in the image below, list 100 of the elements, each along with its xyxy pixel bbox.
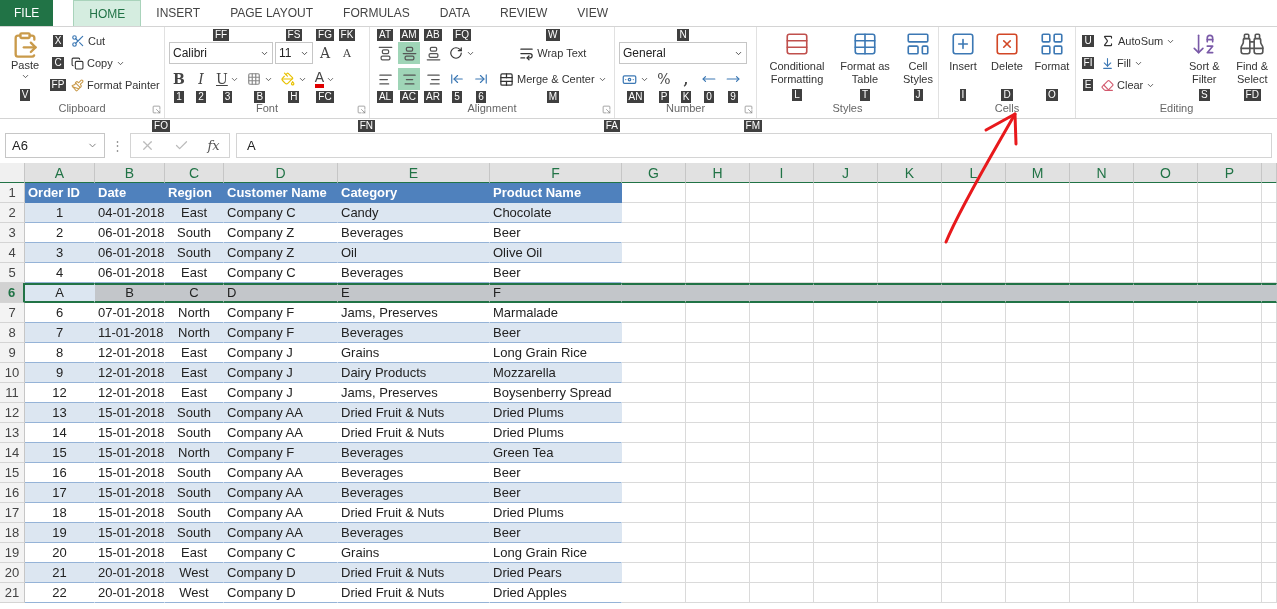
table-cell: Green Tea xyxy=(490,443,622,463)
shrink-font-button[interactable]: A xyxy=(337,42,357,64)
row-header[interactable]: 6 xyxy=(0,283,25,303)
keytip: C xyxy=(52,57,64,69)
column-header[interactable]: G xyxy=(622,163,686,184)
row-header[interactable]: 14 xyxy=(0,443,25,463)
row-header[interactable]: 15 xyxy=(0,463,25,483)
row-header[interactable]: 21 xyxy=(0,583,25,603)
ribbon-tab[interactable]: HOME xyxy=(73,0,142,26)
ribbon-tab[interactable]: DATA xyxy=(424,0,485,26)
column-header[interactable]: I xyxy=(750,163,814,184)
font-color-button[interactable]: A xyxy=(311,68,339,90)
autosum-button[interactable]: AutoSum xyxy=(1098,30,1179,52)
column-header[interactable]: E xyxy=(338,163,490,184)
keytip: AM xyxy=(399,29,419,41)
ribbon-tab[interactable]: REVIEW xyxy=(485,0,563,26)
row-header[interactable]: 5 xyxy=(0,263,25,283)
row-header[interactable]: 9 xyxy=(0,343,25,363)
ribbon-button[interactable]: Conditional Formatting xyxy=(761,29,833,88)
row-header[interactable]: 7 xyxy=(0,303,25,323)
percent-button[interactable]: % xyxy=(654,68,674,90)
row-header[interactable]: 10 xyxy=(0,363,25,383)
align-button[interactable] xyxy=(398,42,420,64)
clear-button[interactable]: Clear xyxy=(1098,74,1159,96)
table-cell: Date xyxy=(95,183,165,203)
column-header[interactable]: J xyxy=(814,163,878,184)
launcher-icon[interactable] xyxy=(602,105,611,114)
column-header[interactable]: H xyxy=(686,163,750,184)
cut-button[interactable]: Cut xyxy=(68,30,109,52)
insert-function-button[interactable]: fx xyxy=(207,138,220,153)
select-all-corner[interactable] xyxy=(0,163,25,184)
column-header[interactable]: D xyxy=(224,163,338,184)
column-header[interactable]: N xyxy=(1070,163,1134,184)
underline-button[interactable]: U xyxy=(213,68,242,90)
ribbon-button[interactable]: Format as Table xyxy=(837,29,893,88)
launcher-icon[interactable] xyxy=(744,105,753,114)
file-tab[interactable]: FILE xyxy=(0,0,54,26)
name-box[interactable]: A6 xyxy=(5,133,105,158)
column-header[interactable] xyxy=(1262,163,1277,184)
table-cell: Beer xyxy=(490,483,622,503)
ribbon-button[interactable]: Sort & Filter xyxy=(1182,29,1227,88)
row-header[interactable]: 8 xyxy=(0,323,25,343)
launcher-icon[interactable] xyxy=(152,105,161,114)
table-cell: Company Z xyxy=(224,243,338,263)
row-header[interactable]: 11 xyxy=(0,383,25,403)
rotate-icon xyxy=(449,46,463,60)
keytip: W xyxy=(546,29,560,41)
launcher-icon[interactable] xyxy=(357,105,366,114)
column-header[interactable]: B xyxy=(95,163,165,184)
column-header[interactable]: O xyxy=(1134,163,1198,184)
font-name-field[interactable]: Calibri xyxy=(169,42,273,64)
font-size-field[interactable]: 11 xyxy=(275,42,313,64)
format-painter-button[interactable]: Format Painter xyxy=(68,74,163,96)
row-header[interactable]: 19 xyxy=(0,543,25,563)
keytip: H xyxy=(288,91,300,103)
ribbon-button[interactable]: Insert xyxy=(943,29,983,88)
ribbon-tab[interactable]: PAGE LAYOUT xyxy=(215,0,329,26)
italic-button[interactable]: I xyxy=(191,68,211,90)
table-cell: East xyxy=(165,203,224,223)
row-header[interactable]: 1 xyxy=(0,183,25,203)
row-header[interactable]: 12 xyxy=(0,403,25,423)
ribbon-button[interactable]: Cell Styles xyxy=(897,29,939,88)
wrap-text-button[interactable]: Wrap Text xyxy=(516,42,590,64)
table-cell: Company F xyxy=(224,323,338,343)
grow-font-button[interactable]: A xyxy=(315,42,335,64)
row-header[interactable]: 4 xyxy=(0,243,25,263)
table-cell: D xyxy=(224,283,338,303)
row-header[interactable]: 2 xyxy=(0,203,25,223)
column-header[interactable]: P xyxy=(1198,163,1262,184)
ribbon-button[interactable]: Format xyxy=(1031,29,1073,88)
ribbon-button[interactable]: Delete xyxy=(987,29,1027,88)
number-format-field[interactable]: General xyxy=(619,42,747,64)
table-cell: 9 xyxy=(25,363,95,383)
comma-button[interactable]: , xyxy=(676,68,696,90)
bold-button[interactable]: B xyxy=(169,68,189,90)
ribbon-button[interactable]: Find & Select xyxy=(1230,29,1275,88)
ribbon-tab[interactable]: INSERT xyxy=(141,0,216,26)
keytip: AN xyxy=(626,91,645,103)
keytip: AR xyxy=(424,91,442,103)
keytip: FF xyxy=(212,29,230,41)
column-header[interactable]: K xyxy=(878,163,942,184)
merge-button[interactable]: Merge & Center xyxy=(496,68,610,90)
row-header[interactable]: 20 xyxy=(0,563,25,583)
copy-button[interactable]: Copy xyxy=(68,52,128,74)
column-header[interactable]: M xyxy=(1006,163,1070,184)
row-header[interactable]: 17 xyxy=(0,503,25,523)
row-header[interactable]: 16 xyxy=(0,483,25,503)
table-cell: Olive Oil xyxy=(490,243,622,263)
table-cell: Candy xyxy=(338,203,490,223)
column-header[interactable]: C xyxy=(165,163,224,184)
paste-button[interactable]: Paste xyxy=(4,29,46,88)
row-header[interactable]: 18 xyxy=(0,523,25,543)
ribbon-tab[interactable]: FORMULAS xyxy=(328,0,425,26)
column-header[interactable]: A xyxy=(25,163,95,184)
formula-field[interactable]: A xyxy=(236,133,1272,158)
fill-button[interactable]: Fill xyxy=(1098,52,1147,74)
ribbon-tab[interactable]: VIEW xyxy=(562,0,623,26)
row-header[interactable]: 13 xyxy=(0,423,25,443)
column-header[interactable]: F xyxy=(490,163,622,184)
row-header[interactable]: 3 xyxy=(0,223,25,243)
